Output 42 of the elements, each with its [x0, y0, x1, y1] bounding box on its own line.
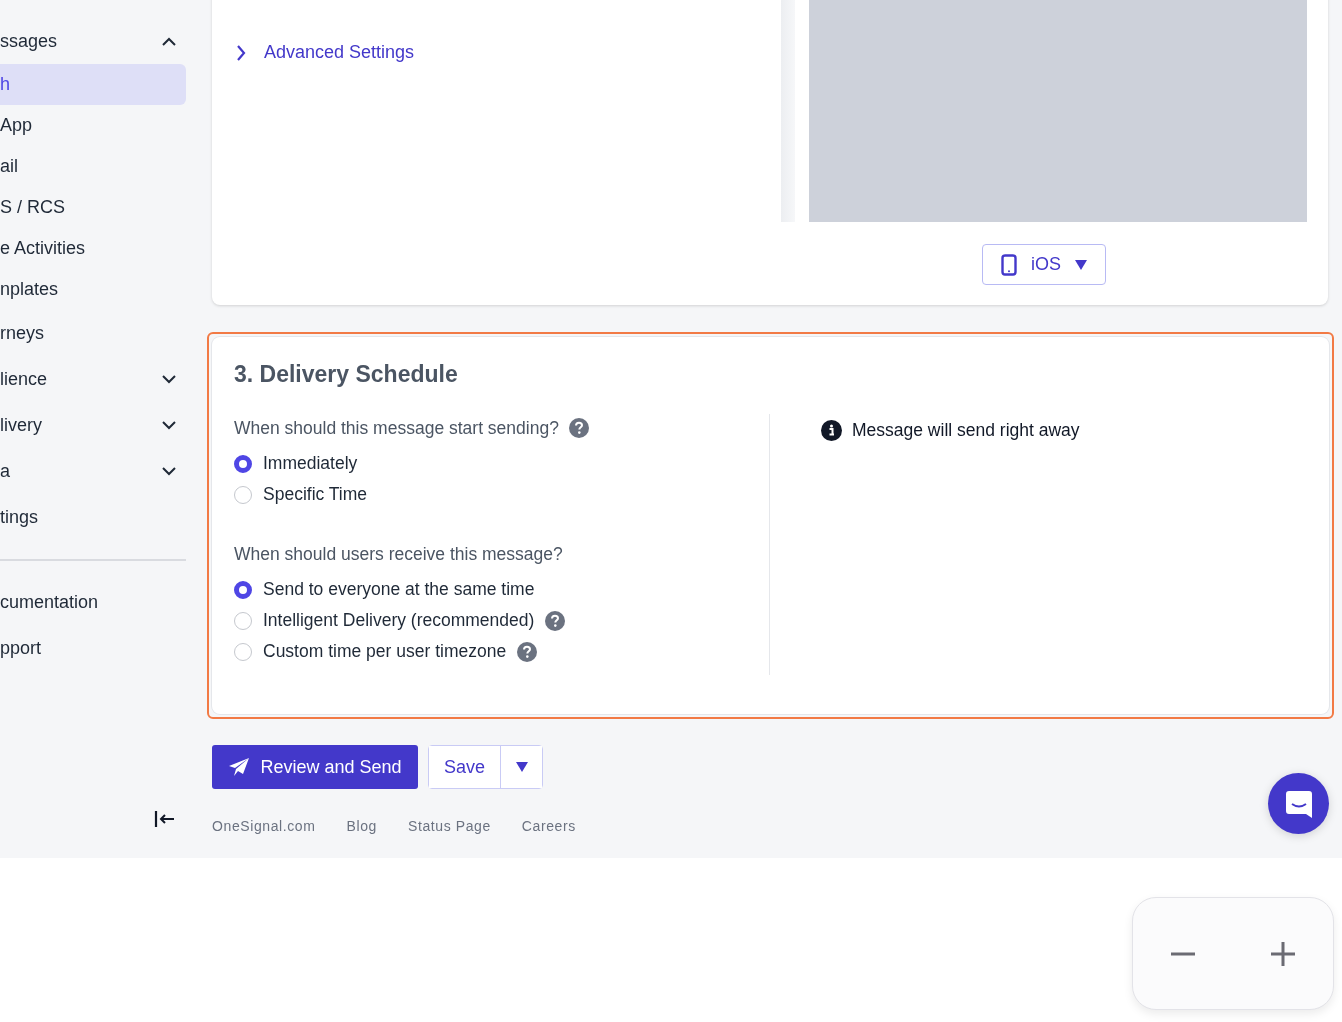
minus-icon	[1171, 951, 1195, 956]
sidebar-item[interactable]: nplates	[0, 269, 186, 310]
sidebar-item[interactable]: rneys	[0, 310, 186, 356]
section-title: 3. Delivery Schedule	[234, 361, 459, 388]
info-message: Message will send right away	[852, 419, 1080, 441]
option-label: Custom time per user timezone	[263, 641, 507, 662]
phone-icon	[1001, 253, 1017, 276]
option-label: Specific Time	[263, 484, 368, 505]
sidebar-item[interactable]: tings	[0, 494, 186, 540]
sidebar-item[interactable]: S / RCS	[0, 187, 186, 228]
sidebar-item[interactable]: e Activities	[0, 228, 186, 269]
footer-link[interactable]: Careers	[521, 818, 576, 834]
option-label: Intelligent Delivery (recommended)	[263, 610, 535, 631]
footer-link[interactable]: OneSignal.com	[212, 818, 316, 834]
question-label: When should this message start sending?	[234, 417, 559, 439]
paper-plane-icon	[228, 757, 251, 777]
sidebar-item[interactable]: cumentation	[0, 579, 186, 625]
chat-bubble-icon	[1283, 788, 1314, 819]
platform-dropdown[interactable]: iOS	[982, 244, 1106, 285]
sidebar-item[interactable]: h	[0, 64, 186, 105]
footer-link[interactable]: Status Page	[407, 818, 491, 834]
footer-link[interactable]: Blog	[346, 818, 377, 834]
collapse-sidebar-icon[interactable]	[154, 810, 176, 828]
review-send-button[interactable]: Review and Send	[212, 745, 418, 789]
info-icon	[821, 419, 842, 441]
save-button[interactable]: Save	[429, 746, 501, 788]
sidebar-item[interactable]: pport	[0, 625, 186, 671]
sidebar-item[interactable]: App	[0, 105, 186, 146]
sidebar-item[interactable]: a	[0, 448, 186, 494]
radio-button[interactable]	[234, 580, 252, 599]
radio-button[interactable]	[234, 454, 252, 473]
sidebar-item[interactable]: livery	[0, 402, 186, 448]
question-label: When should users receive this message?	[234, 543, 563, 565]
sidebar-item[interactable]: lience	[0, 356, 186, 402]
section-toggle[interactable]: Advanced Settings	[236, 41, 781, 64]
option-label: Send to everyone at the same time	[263, 579, 535, 600]
sidebar-item[interactable]: ssages	[0, 18, 186, 64]
sidebar-item[interactable]: ail	[0, 146, 186, 187]
option-label: Immediately	[263, 453, 358, 474]
plus-icon	[1271, 941, 1295, 966]
caret-icon	[1075, 259, 1087, 270]
caret-icon	[515, 762, 528, 772]
